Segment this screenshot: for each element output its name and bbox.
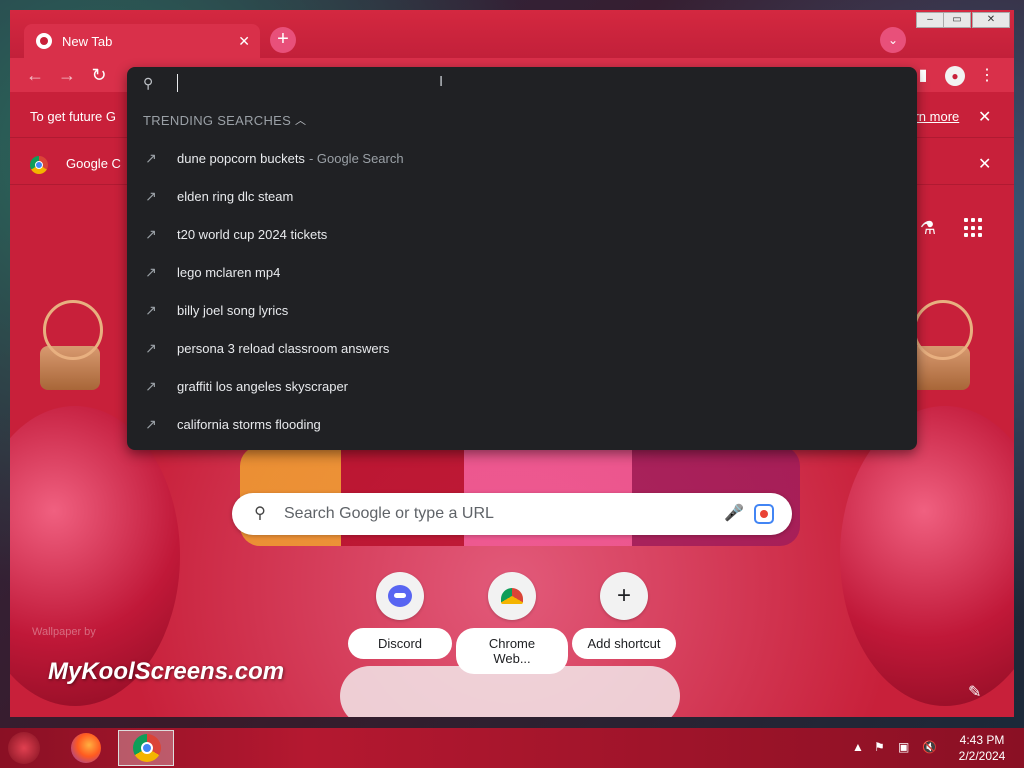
trending-icon: ↗: [145, 301, 157, 318]
trending-icon: ↗: [145, 149, 157, 166]
tray-overflow-icon[interactable]: ▲: [852, 740, 864, 754]
new-tab-button[interactable]: +: [270, 27, 296, 53]
minimize-button[interactable]: –: [916, 12, 944, 28]
trending-icon: ↗: [145, 415, 157, 432]
plus-icon: +: [616, 582, 631, 609]
chrome-tab-icon: [36, 33, 52, 49]
trending-icon: ↗: [145, 263, 157, 280]
google-apps-icon[interactable]: [964, 218, 984, 238]
shortcut-label: Discord: [348, 628, 452, 659]
suggestion-item[interactable]: ↗ dune popcorn buckets - Google Search: [127, 139, 917, 177]
tab-new-tab[interactable]: New Tab ✕: [24, 24, 260, 58]
forward-button[interactable]: →: [56, 64, 78, 86]
trending-searches-header: TRENDING SEARCHES: [143, 113, 292, 128]
suggestion-item[interactable]: ↗ lego mclaren mp4: [127, 253, 917, 291]
reload-button[interactable]: ↻: [88, 64, 110, 86]
ntp-search-box[interactable]: ⚲ Search Google or type a URL 🎤: [232, 493, 792, 535]
shortcut-icon-circle: [376, 572, 424, 620]
omnibox-dropdown: ⚲ I TRENDING SEARCHES ︿ ↗ dune popcorn b…: [127, 67, 917, 450]
suggestion-item[interactable]: ↗ elden ring dlc steam: [127, 177, 917, 215]
wallpaper-credit: Wallpaper by: [32, 626, 96, 638]
suggestion-item[interactable]: ↗ billy joel song lyrics: [127, 291, 917, 329]
tab-strip: New Tab ✕ + ⌄ – ▭ ✕: [10, 10, 1014, 58]
tab-close-icon[interactable]: ✕: [238, 33, 250, 50]
firefox-icon: [71, 733, 101, 763]
suggestion-text: t20 world cup 2024 tickets: [177, 226, 328, 242]
suggestion-text: graffiti los angeles skyscraper: [177, 378, 349, 394]
suggestion-text: persona 3 reload classroom answers: [177, 340, 390, 356]
shortcut-icon-circle: [488, 572, 536, 620]
chrome-web-store-icon: [501, 588, 523, 604]
address-bar-input[interactable]: [175, 71, 879, 101]
infobar-close-icon[interactable]: ✕: [978, 107, 991, 127]
tab-search-button[interactable]: ⌄: [880, 27, 906, 53]
volume-muted-icon[interactable]: 🔇: [922, 740, 937, 754]
suggestion-text: dune popcorn buckets: [177, 150, 305, 166]
menu-icon[interactable]: ⋮: [976, 65, 998, 87]
taskbar: ▲ ⚑ ▣ 🔇 4:43 PM 2/2/2024: [0, 728, 1024, 768]
chrome-icon: [133, 734, 161, 762]
labs-icon[interactable]: ⚗: [916, 216, 940, 240]
collapse-chevron-icon[interactable]: ︿: [295, 112, 306, 128]
infobar-text: To get future G: [30, 109, 116, 124]
network-icon[interactable]: ▣: [898, 740, 909, 754]
search-icon: ⚲: [143, 75, 154, 91]
discord-icon: [388, 585, 412, 607]
infobar-text: Google C: [66, 156, 121, 171]
trending-icon: ↗: [145, 377, 157, 394]
suggestion-text: elden ring dlc steam: [177, 188, 294, 204]
chrome-icon: [30, 156, 48, 174]
search-icon: ⚲: [254, 505, 266, 522]
taskbar-chrome[interactable]: [118, 730, 174, 766]
avatar: ●: [945, 66, 965, 86]
infobar-close-icon[interactable]: ✕: [978, 154, 991, 174]
tab-title: New Tab: [62, 33, 113, 49]
profile-button[interactable]: ●: [944, 65, 966, 87]
suggestion-text: lego mclaren mp4: [177, 264, 281, 280]
add-shortcut-button[interactable]: + Add shortcut: [568, 572, 680, 662]
ornament-decoration: [840, 406, 1014, 706]
suggestion-text: california storms flooding: [177, 416, 321, 432]
suggestion-item[interactable]: ↗ persona 3 reload classroom answers: [127, 329, 917, 367]
suggestion-item[interactable]: ↗ t20 world cup 2024 tickets: [127, 215, 917, 253]
customize-pencil-icon[interactable]: ✎: [968, 682, 981, 702]
maximize-button[interactable]: ▭: [943, 12, 971, 28]
taskbar-firefox[interactable]: [58, 730, 114, 766]
suggestion-subtext: - Google Search: [308, 150, 404, 166]
close-window-button[interactable]: ✕: [972, 12, 1010, 28]
trending-icon: ↗: [145, 339, 157, 356]
start-button[interactable]: [8, 732, 40, 764]
ornament-ring: [913, 300, 973, 360]
search-placeholder[interactable]: Search Google or type a URL: [284, 505, 724, 523]
shortcut-discord[interactable]: Discord: [344, 572, 456, 662]
shortcut-label: Add shortcut: [572, 628, 676, 659]
shortcut-label: Chrome Web...: [456, 628, 568, 674]
clock-time: 4:43 PM: [959, 733, 1005, 747]
ornament-ring: [43, 300, 103, 360]
google-lens-icon[interactable]: [754, 504, 774, 524]
text-caret: [177, 74, 178, 92]
mouse-cursor-ibeam-icon: I: [439, 73, 444, 90]
shortcut-icon-circle: +: [600, 572, 648, 620]
wallpaper-watermark: MyKoolScreens.com: [48, 658, 285, 685]
back-button[interactable]: ←: [24, 64, 46, 86]
shortcut-chrome-web-store[interactable]: Chrome Web...: [456, 572, 568, 674]
microphone-icon[interactable]: 🎤: [724, 504, 744, 524]
browser-window: New Tab ✕ + ⌄ – ▭ ✕ ← → ↻ ▮ ● ⋮ To get f…: [10, 10, 1014, 717]
trending-icon: ↗: [145, 225, 157, 242]
system-clock[interactable]: 4:43 PM 2/2/2024: [950, 732, 1014, 764]
suggestion-text: billy joel song lyrics: [177, 302, 289, 318]
trending-icon: ↗: [145, 187, 157, 204]
action-center-flag-icon[interactable]: ⚑: [874, 740, 885, 754]
clock-date: 2/2/2024: [958, 749, 1006, 763]
suggestion-item[interactable]: ↗ california storms flooding: [127, 405, 917, 443]
suggestion-item[interactable]: ↗ graffiti los angeles skyscraper: [127, 367, 917, 405]
